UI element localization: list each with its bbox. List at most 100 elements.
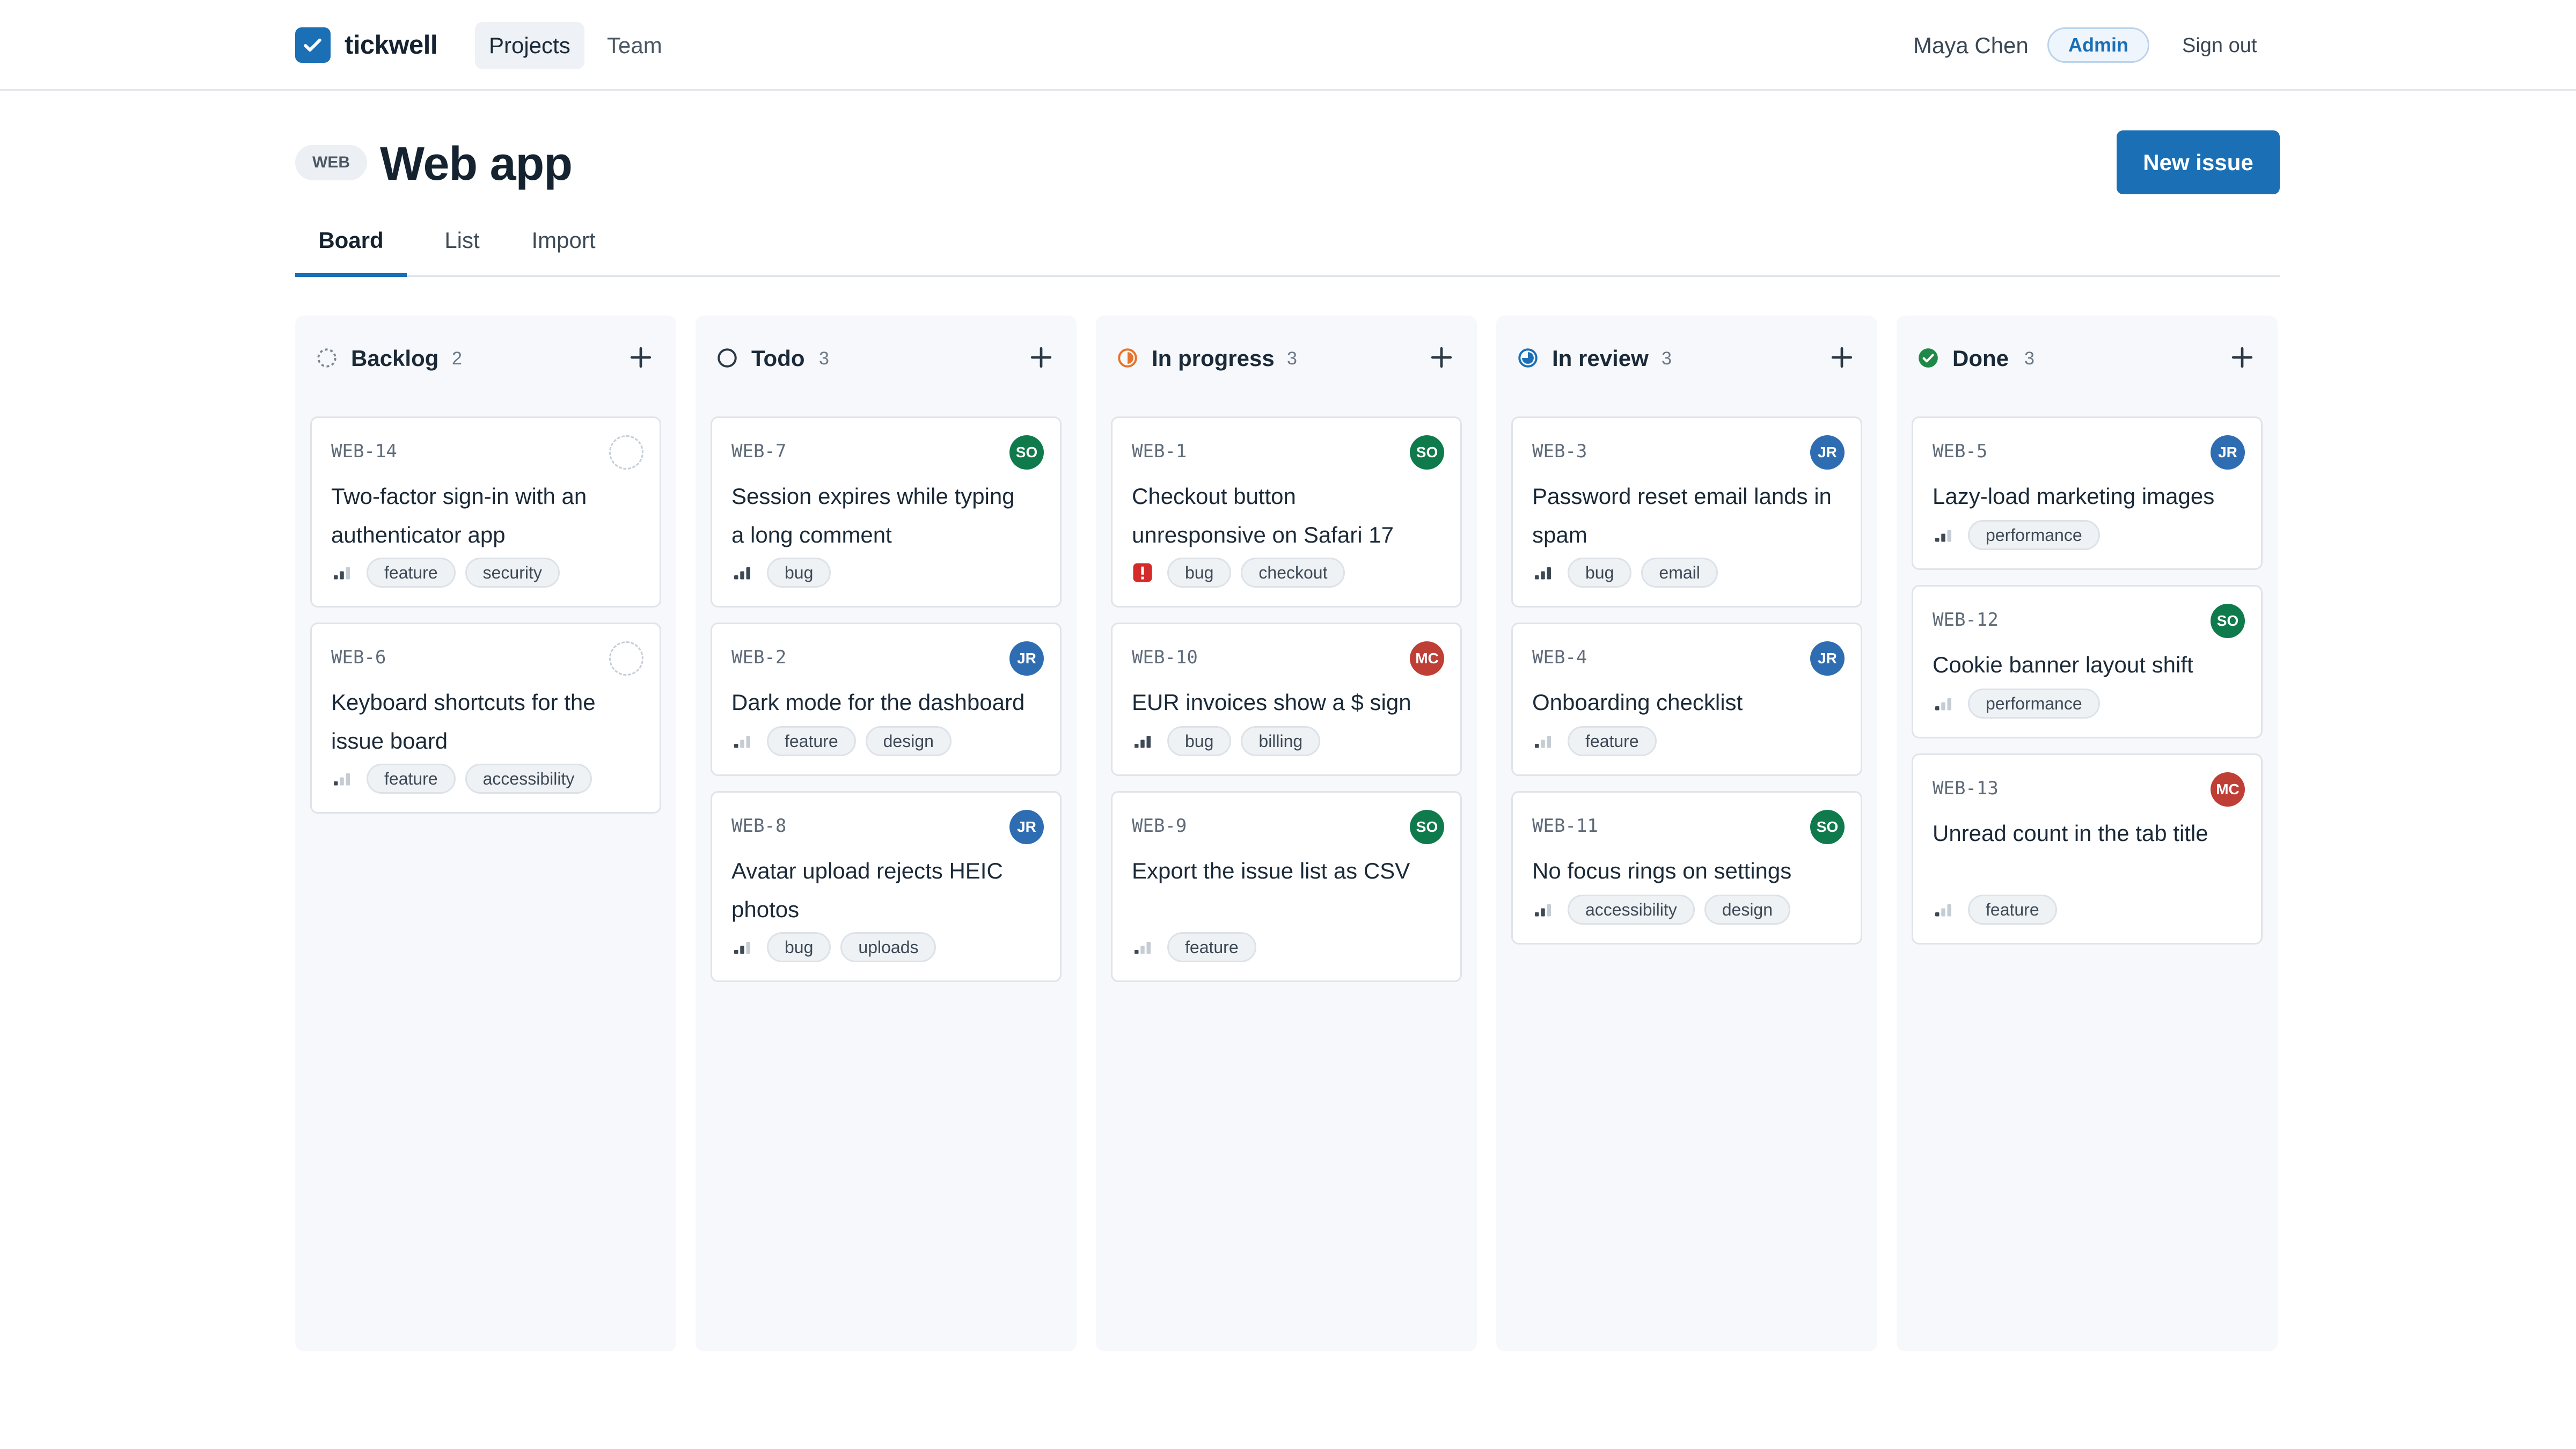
label-chip[interactable]: feature bbox=[367, 558, 456, 588]
unassigned-avatar-icon[interactable] bbox=[609, 435, 643, 470]
column-count: 3 bbox=[1662, 348, 1672, 369]
unassigned-avatar-icon[interactable] bbox=[609, 641, 643, 676]
priority-medium-icon[interactable] bbox=[1933, 524, 1954, 546]
issue-card[interactable]: WEB-7 Session expires while typing a long… bbox=[711, 416, 1062, 608]
tab-board[interactable]: Board bbox=[295, 215, 407, 277]
priority-low-icon[interactable] bbox=[1933, 899, 1954, 920]
brand-link[interactable]: tickwell bbox=[295, 27, 438, 63]
assignee-avatar[interactable]: JR bbox=[1009, 641, 1044, 676]
issue-card[interactable]: WEB-1 Checkout button unresponsive on Saf… bbox=[1111, 416, 1462, 608]
priority-high-icon[interactable] bbox=[1132, 730, 1153, 752]
issue-card[interactable]: WEB-12 Cookie banner layout shift SO perfor… bbox=[1912, 585, 2263, 738]
label-chip[interactable]: feature bbox=[1568, 726, 1657, 756]
label-chip[interactable]: design bbox=[1704, 895, 1791, 925]
label-chip[interactable]: feature bbox=[367, 764, 456, 794]
add-card-icon[interactable] bbox=[1426, 342, 1457, 372]
priority-medium-icon[interactable] bbox=[331, 562, 353, 583]
check-circle-icon bbox=[1917, 347, 1940, 369]
label-chip[interactable]: bug bbox=[1167, 558, 1232, 588]
priority-low-icon[interactable] bbox=[1933, 693, 1954, 714]
issue-meta: accessibility design bbox=[1532, 895, 1800, 925]
issue-meta: feature bbox=[1132, 932, 1266, 962]
label-chip[interactable]: performance bbox=[1968, 520, 2100, 550]
issue-title: No focus rings on settings bbox=[1532, 858, 1792, 883]
add-card-icon[interactable] bbox=[2227, 342, 2257, 372]
issue-card[interactable]: WEB-2 Dark mode for the dashboard JR featur… bbox=[711, 623, 1062, 776]
priority-low-icon[interactable] bbox=[1132, 936, 1153, 958]
priority-medium-icon[interactable] bbox=[731, 936, 753, 958]
column-header: Backlog 2 bbox=[295, 316, 676, 401]
priority-low-icon[interactable] bbox=[331, 768, 353, 789]
assignee-avatar[interactable]: JR bbox=[1009, 810, 1044, 844]
priority-urgent-icon[interactable] bbox=[1132, 562, 1153, 583]
label-chip[interactable]: bug bbox=[1167, 726, 1232, 756]
issue-title: Keyboard shortcuts for the issue board bbox=[331, 690, 596, 753]
priority-low-icon[interactable] bbox=[1532, 730, 1554, 752]
empty-circle-icon bbox=[716, 347, 738, 369]
issue-id: WEB-5 bbox=[1933, 441, 1988, 462]
assignee-avatar[interactable]: MC bbox=[1410, 641, 1444, 676]
label-chip[interactable]: accessibility bbox=[465, 764, 592, 794]
label-chip[interactable]: security bbox=[465, 558, 560, 588]
issue-card[interactable]: WEB-8 Avatar upload rejects HEIC photos JR… bbox=[711, 791, 1062, 982]
issue-meta: feature design bbox=[731, 726, 961, 756]
issue-meta: bug bbox=[731, 558, 840, 588]
issue-card[interactable]: WEB-14 Two-factor sign-in with an authent… bbox=[310, 416, 661, 608]
issue-card[interactable]: WEB-10 EUR invoices show a $ sign MC bug bil… bbox=[1111, 623, 1462, 776]
priority-high-icon[interactable] bbox=[1532, 562, 1554, 583]
label-chip[interactable]: checkout bbox=[1241, 558, 1345, 588]
label-chip[interactable]: bug bbox=[767, 932, 831, 962]
issue-title: EUR invoices show a $ sign bbox=[1132, 690, 1411, 715]
label-chip[interactable]: design bbox=[865, 726, 952, 756]
issue-id: WEB-6 bbox=[331, 647, 386, 668]
label-chip[interactable]: accessibility bbox=[1568, 895, 1695, 925]
label-chip[interactable]: billing bbox=[1241, 726, 1321, 756]
board-column-backlog: Backlog 2 WEB-14 Two-factor sign-in with an… bbox=[295, 316, 676, 1351]
priority-high-icon[interactable] bbox=[731, 562, 753, 583]
assignee-avatar[interactable]: SO bbox=[2211, 604, 2245, 638]
tab-list[interactable]: List bbox=[422, 215, 502, 277]
issue-card[interactable]: WEB-6 Keyboard shortcuts for the issue bo… bbox=[310, 623, 661, 814]
issue-card[interactable]: WEB-3 Password reset email lands in spam J… bbox=[1511, 416, 1862, 608]
issue-id: WEB-10 bbox=[1132, 647, 1198, 668]
add-card-icon[interactable] bbox=[1827, 342, 1857, 372]
assignee-avatar[interactable]: JR bbox=[2211, 435, 2245, 470]
nav-projects[interactable]: Projects bbox=[475, 22, 584, 69]
issue-card[interactable]: WEB-13 Unread count in the tab title MC fea… bbox=[1912, 753, 2263, 945]
nav-team[interactable]: Team bbox=[593, 22, 676, 69]
new-issue-button[interactable]: New issue bbox=[2117, 130, 2280, 194]
user-name[interactable]: Maya Chen bbox=[1913, 32, 2029, 59]
column-title: Backlog bbox=[351, 346, 439, 371]
assignee-avatar[interactable]: JR bbox=[1810, 641, 1845, 676]
issue-id: WEB-8 bbox=[731, 815, 787, 837]
label-chip[interactable]: email bbox=[1641, 558, 1718, 588]
label-chip[interactable]: feature bbox=[1968, 895, 2057, 925]
issue-id: WEB-12 bbox=[1933, 609, 1999, 631]
label-chip[interactable]: performance bbox=[1968, 689, 2100, 719]
issue-card[interactable]: WEB-9 Export the issue list as CSV SO featu… bbox=[1111, 791, 1462, 982]
issue-card[interactable]: WEB-11 No focus rings on settings SO access… bbox=[1511, 791, 1862, 945]
column-count: 3 bbox=[2024, 348, 2035, 369]
issue-card[interactable]: WEB-4 Onboarding checklist JR feature bbox=[1511, 623, 1862, 776]
label-chip[interactable]: bug bbox=[1568, 558, 1632, 588]
assignee-avatar[interactable]: SO bbox=[1410, 810, 1444, 844]
assignee-avatar[interactable]: JR bbox=[1810, 435, 1845, 470]
assignee-avatar[interactable]: SO bbox=[1810, 810, 1845, 844]
add-card-icon[interactable] bbox=[626, 342, 656, 372]
label-chip[interactable]: feature bbox=[1167, 932, 1256, 962]
tab-import[interactable]: Import bbox=[513, 215, 614, 277]
role-badge: Admin bbox=[2047, 27, 2149, 63]
assignee-avatar[interactable]: SO bbox=[1410, 435, 1444, 470]
label-chip[interactable]: uploads bbox=[840, 932, 936, 962]
add-card-icon[interactable] bbox=[1026, 342, 1056, 372]
label-chip[interactable]: feature bbox=[767, 726, 856, 756]
assignee-avatar[interactable]: SO bbox=[1009, 435, 1044, 470]
priority-low-icon[interactable] bbox=[731, 730, 753, 752]
issue-meta: bug email bbox=[1532, 558, 1728, 588]
priority-medium-icon[interactable] bbox=[1532, 899, 1554, 920]
issue-card[interactable]: WEB-5 Lazy-load marketing images JR perform… bbox=[1912, 416, 2263, 570]
label-chip[interactable]: bug bbox=[767, 558, 831, 588]
page-title: Web app bbox=[380, 137, 573, 190]
sign-out-button[interactable]: Sign out bbox=[2182, 32, 2257, 59]
assignee-avatar[interactable]: MC bbox=[2211, 772, 2245, 807]
